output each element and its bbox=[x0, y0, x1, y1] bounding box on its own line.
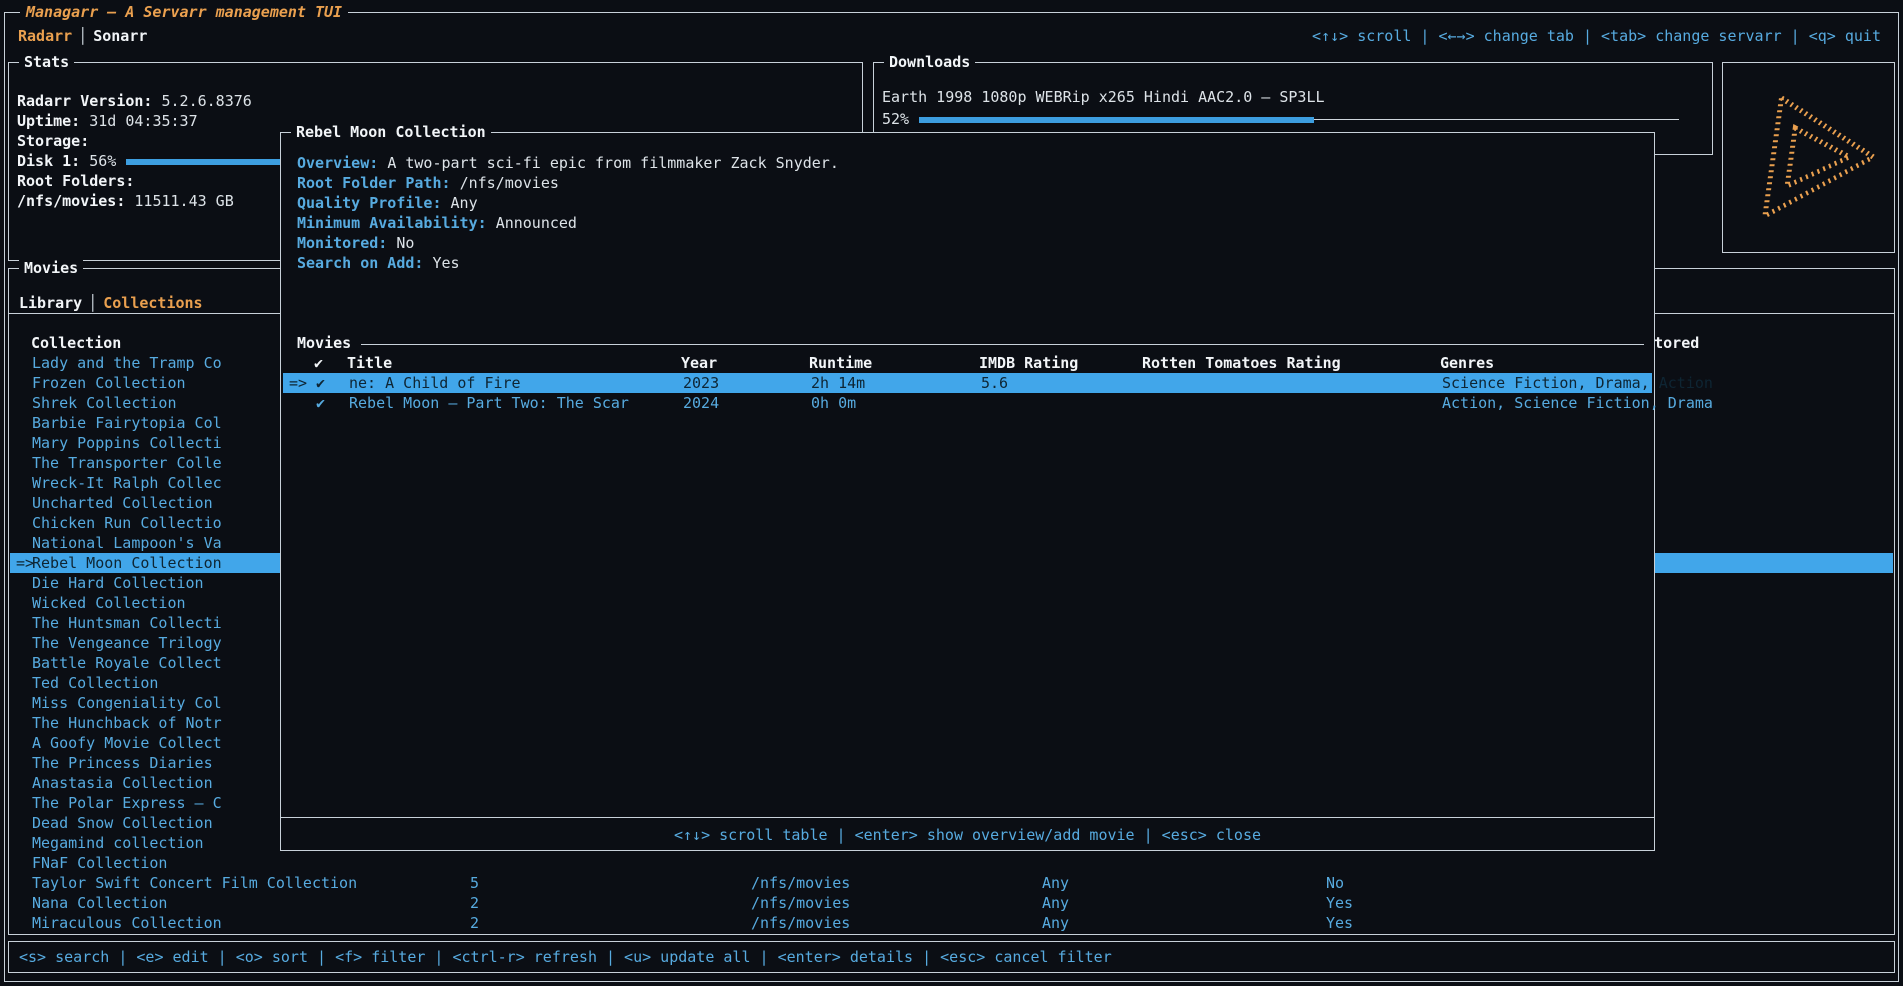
modal-field-search-on-add: Search on Add: Yes bbox=[297, 253, 1642, 273]
modal-field-monitored: Monitored: No bbox=[297, 233, 1642, 253]
tab-radarr[interactable]: Radarr bbox=[18, 27, 72, 45]
cell-runtime: 2h 14m bbox=[811, 373, 865, 393]
stats-panel-title: Stats bbox=[19, 52, 74, 72]
cell-root-folder: /nfs/movies bbox=[751, 913, 850, 933]
cell-search-on-add: Yes bbox=[1326, 893, 1353, 913]
cell-title: ne: A Child of Fire bbox=[349, 373, 521, 393]
download-progress-bar bbox=[919, 117, 1679, 123]
monitored-check-icon: ✔ bbox=[316, 393, 325, 413]
bottom-help-bar: <s> search | <e> edit | <o> sort | <f> f… bbox=[8, 941, 1895, 973]
cell-year: 2023 bbox=[683, 373, 719, 393]
tab-sonarr[interactable]: Sonarr bbox=[93, 27, 147, 45]
cell-title: Rebel Moon – Part Two: The Scar bbox=[349, 393, 629, 413]
movie-row-selected[interactable]: => ✔ ne: A Child of Fire 2023 2h 14m 5.6… bbox=[283, 373, 1652, 393]
modal-footer-divider bbox=[281, 817, 1654, 818]
modal-movies-section-title: Movies bbox=[297, 333, 351, 353]
managarr-play-logo bbox=[1723, 63, 1894, 252]
column-header-runtime: Runtime bbox=[809, 353, 872, 373]
cell-imdb: 5.6 bbox=[981, 373, 1008, 393]
cell-quality-profile: Any bbox=[1042, 913, 1069, 933]
collection-details-modal: Rebel Moon Collection Overview: A two-pa… bbox=[280, 132, 1655, 851]
modal-title: Rebel Moon Collection bbox=[291, 122, 491, 142]
top-help-text: <↑↓> scroll | <←→> change tab | <tab> ch… bbox=[1312, 26, 1881, 46]
modal-field-root-folder: Root Folder Path: /nfs/movies bbox=[297, 173, 1642, 193]
cell-movie-count: 5 bbox=[470, 873, 479, 893]
monitored-check-icon: ✔ bbox=[316, 373, 325, 393]
tab-collections[interactable]: Collections bbox=[103, 294, 202, 312]
movies-panel-title: Movies bbox=[19, 258, 83, 278]
movies-subtabs: Library│Collections bbox=[19, 293, 203, 313]
downloads-panel-title: Downloads bbox=[884, 52, 975, 72]
modal-field-overview: Overview: A two-part sci-fi epic from fi… bbox=[297, 153, 1642, 173]
collection-row[interactable]: Nana Collection 2 /nfs/movies Any Yes bbox=[10, 893, 1893, 913]
cell-quality-profile: Any bbox=[1042, 893, 1069, 913]
column-header-imdb: IMDB Rating bbox=[979, 353, 1078, 373]
tab-library[interactable]: Library bbox=[19, 294, 82, 312]
modal-help-text: <↑↓> scroll table | <enter> show overvie… bbox=[281, 825, 1654, 845]
modal-table-header: ✔ Title Year Runtime IMDB Rating Rotten … bbox=[281, 353, 1654, 373]
subtab-separator: │ bbox=[82, 294, 103, 312]
servarr-tabs: Radarr│Sonarr bbox=[18, 26, 147, 46]
collection-row[interactable]: Taylor Swift Concert Film Collection 5 /… bbox=[10, 873, 1893, 893]
column-header-year: Year bbox=[681, 353, 717, 373]
cell-movie-count: 2 bbox=[470, 893, 479, 913]
play-icon bbox=[1734, 80, 1884, 235]
cell-root-folder: /nfs/movies bbox=[751, 893, 850, 913]
logo-panel bbox=[1722, 62, 1895, 253]
cell-quality-profile: Any bbox=[1042, 873, 1069, 893]
column-header-check: ✔ bbox=[314, 353, 323, 373]
bottom-help-text: <s> search | <e> edit | <o> sort | <f> f… bbox=[19, 947, 1112, 967]
modal-movies-section: Movies bbox=[297, 333, 1644, 353]
cell-genres: Science Fiction, Drama, Action bbox=[1442, 373, 1713, 393]
stat-version: Radarr Version: 5.2.6.8376 bbox=[17, 91, 854, 111]
movie-row[interactable]: ✔ Rebel Moon – Part Two: The Scar 2024 0… bbox=[283, 393, 1652, 413]
cell-search-on-add: No bbox=[1326, 873, 1344, 893]
cell-genres: Action, Science Fiction, Drama bbox=[1442, 393, 1713, 413]
collection-row[interactable]: Miraculous Collection 2 /nfs/movies Any … bbox=[10, 913, 1893, 933]
tab-separator: │ bbox=[72, 27, 93, 45]
collection-row[interactable]: FNaF Collection bbox=[10, 853, 1893, 873]
cell-year: 2024 bbox=[683, 393, 719, 413]
section-divider bbox=[361, 344, 1644, 345]
column-header-rotten-tomatoes: Rotten Tomatoes Rating bbox=[1142, 353, 1341, 373]
cell-movie-count: 2 bbox=[470, 913, 479, 933]
cell-root-folder: /nfs/movies bbox=[751, 873, 850, 893]
download-item-name: Earth 1998 1080p WEBRip x265 Hindi AAC2.… bbox=[882, 87, 1704, 107]
modal-field-min-availability: Minimum Availability: Announced bbox=[297, 213, 1642, 233]
column-header-genres: Genres bbox=[1440, 353, 1494, 373]
download-item-progress: 52% bbox=[882, 109, 1704, 129]
column-header-collection: Collection bbox=[31, 333, 121, 353]
modal-field-quality-profile: Quality Profile: Any bbox=[297, 193, 1642, 213]
cell-runtime: 0h 0m bbox=[811, 393, 856, 413]
app-title: Managarr – A Servarr management TUI bbox=[20, 2, 348, 22]
selection-arrow: => bbox=[289, 373, 307, 393]
column-header-title: Title bbox=[347, 353, 392, 373]
cell-search-on-add: Yes bbox=[1326, 913, 1353, 933]
